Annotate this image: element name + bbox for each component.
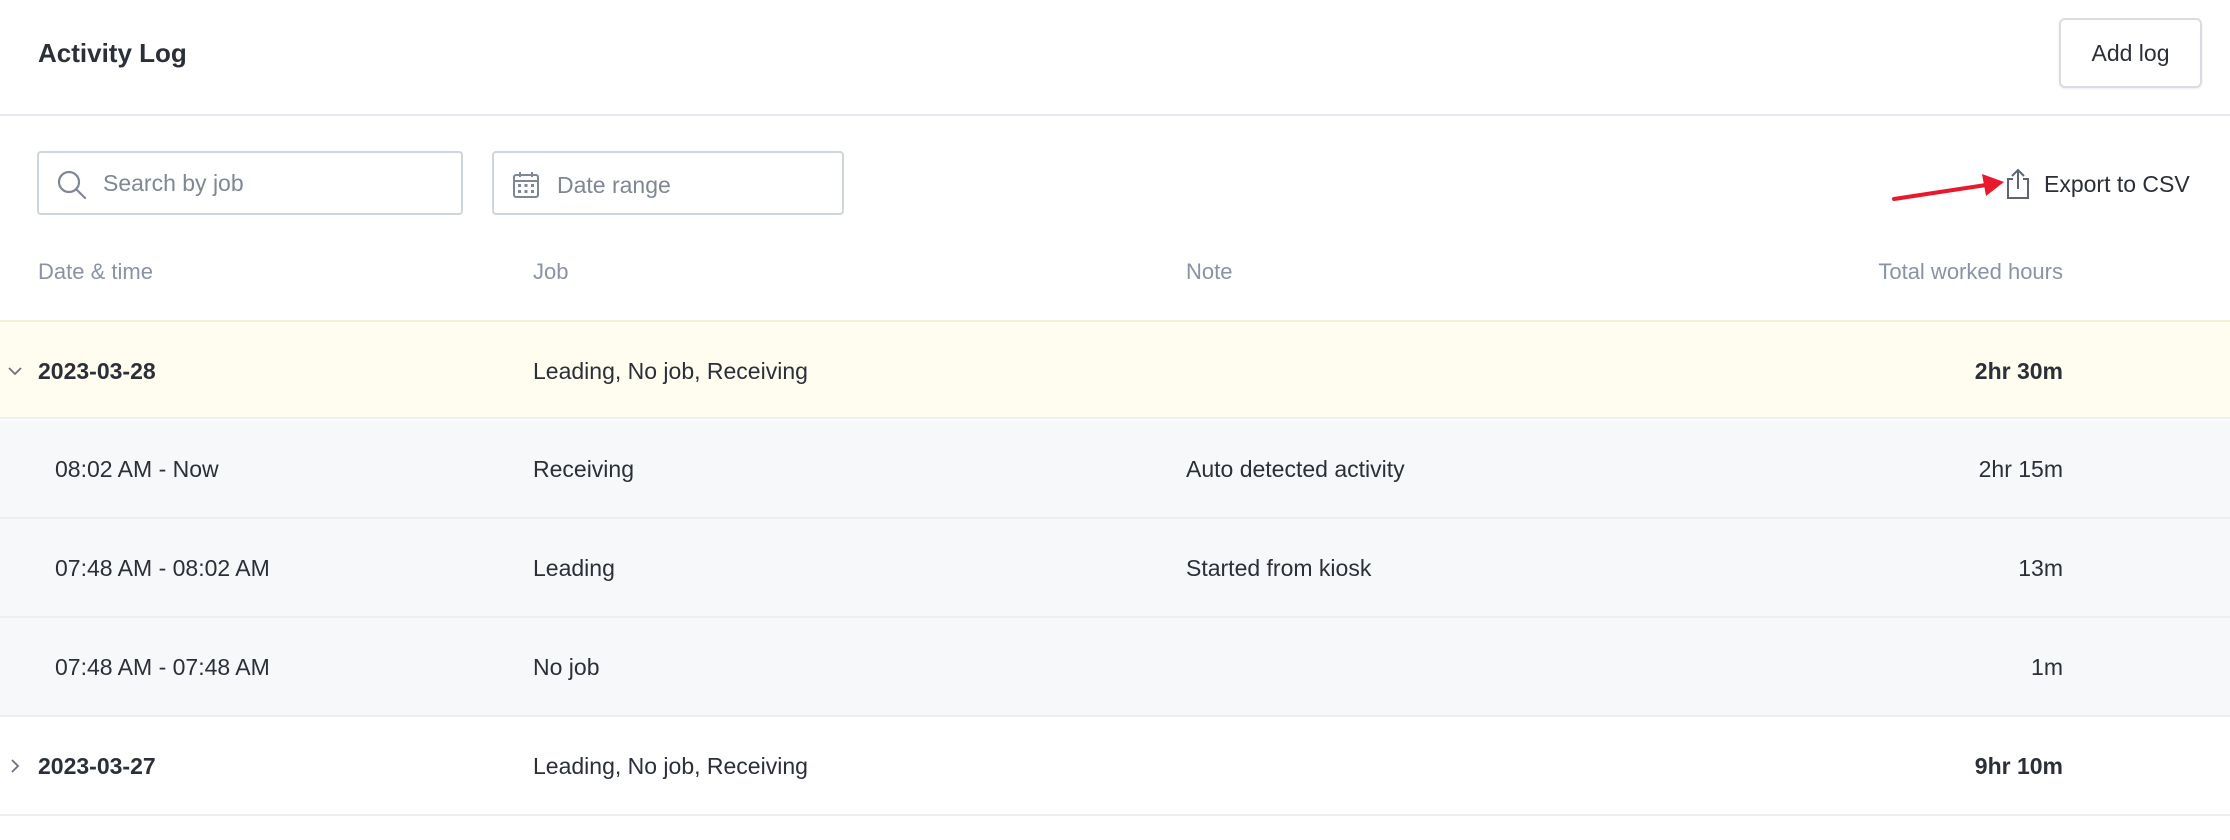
entry-time: 08:02 AM - Now [55, 456, 219, 482]
group-jobs: Leading, No job, Receiving [533, 358, 808, 384]
entry-time: 07:48 AM - 07:48 AM [55, 654, 270, 680]
entry-job: Receiving [533, 456, 634, 482]
column-header-job[interactable]: Job [533, 259, 568, 285]
group-total-hours: 9hr 10m [1974, 753, 2063, 779]
entry-job: Leading [533, 555, 615, 581]
entry-time: 07:48 AM - 08:02 AM [55, 555, 270, 581]
add-log-button[interactable]: Add log [2059, 18, 2202, 88]
calendar-icon [513, 172, 539, 198]
group-total-hours: 2hr 30m [1974, 358, 2063, 384]
search-input[interactable] [103, 153, 453, 213]
group-date: 2023-03-27 [38, 753, 156, 779]
entry-hours: 13m [2018, 555, 2063, 581]
date-range-label: Date range [557, 172, 671, 198]
table-row[interactable]: 07:48 AM - 08:02 AM Leading Started from… [0, 519, 2230, 618]
group-date: 2023-03-28 [38, 358, 156, 384]
export-csv-button[interactable]: Export to CSV [2004, 164, 2190, 204]
entry-note: Started from kiosk [1186, 555, 1372, 581]
page-header: Activity Log Add log [0, 0, 2230, 116]
export-csv-label: Export to CSV [2044, 170, 2190, 197]
entry-hours: 2hr 15m [1978, 456, 2063, 482]
page-title: Activity Log [38, 38, 187, 68]
table-group-row[interactable]: 2023-03-27 Leading, No job, Receiving 9h… [0, 717, 2230, 816]
table-row[interactable]: 07:48 AM - 07:48 AM No job 1m [0, 618, 2230, 717]
search-icon [57, 170, 87, 200]
annotation-arrow-icon [1892, 174, 2004, 201]
column-header-total-hours[interactable]: Total worked hours [1878, 259, 2063, 285]
entry-note: Auto detected activity [1186, 456, 1405, 482]
column-header-date-time[interactable]: Date & time [38, 259, 153, 285]
share-upload-icon [2007, 168, 2029, 199]
search-field[interactable] [37, 151, 463, 215]
chevron-right-icon[interactable] [6, 757, 24, 775]
entry-hours: 1m [2031, 654, 2063, 680]
table-row[interactable]: 08:02 AM - Now Receiving Auto detected a… [0, 420, 2230, 519]
date-range-picker[interactable]: Date range [492, 151, 844, 215]
entry-job: No job [533, 654, 600, 680]
column-header-note[interactable]: Note [1186, 259, 1232, 285]
group-jobs: Leading, No job, Receiving [533, 753, 808, 779]
table-group-row[interactable]: 2023-03-28 Leading, No job, Receiving 2h… [0, 320, 2230, 419]
chevron-down-icon[interactable] [6, 362, 24, 380]
